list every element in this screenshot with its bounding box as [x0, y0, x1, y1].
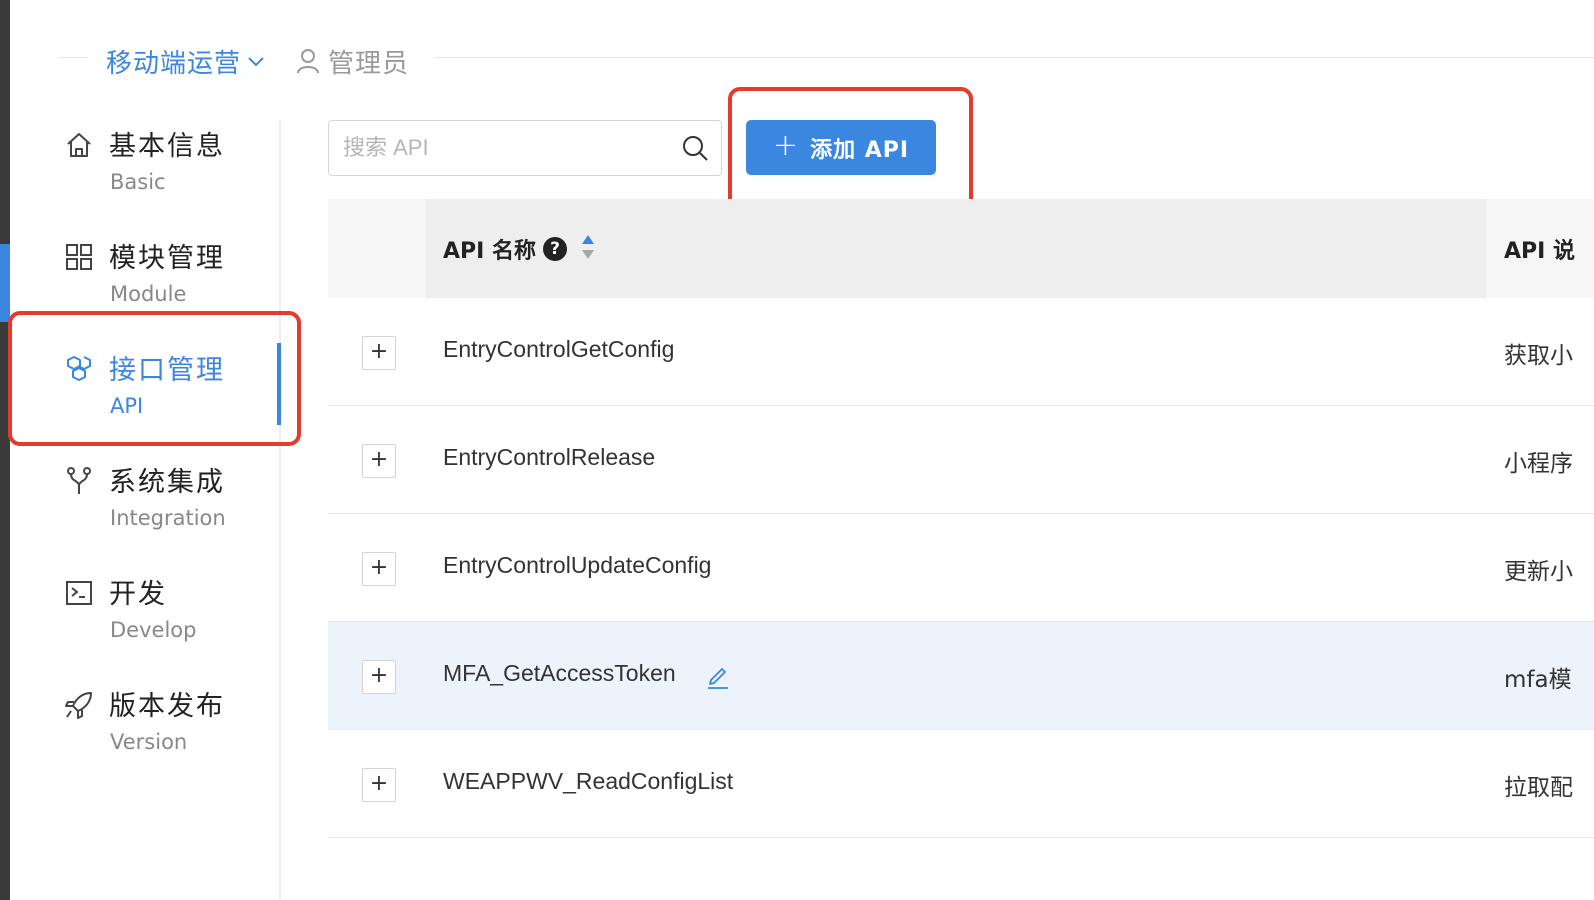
project-switcher[interactable]: 移动端运营: [106, 42, 265, 80]
sidebar-item-label: 接口管理: [109, 355, 225, 386]
api-name[interactable]: EntryControlRelease: [443, 444, 655, 471]
table-row[interactable]: + EntryControlRelease 小程序: [328, 406, 1594, 514]
grid-icon: [66, 244, 92, 270]
help-icon[interactable]: ?: [543, 237, 567, 261]
expand-row-button[interactable]: +: [362, 336, 396, 370]
active-nav-indicator: [277, 343, 281, 425]
chevron-down-icon: [248, 57, 264, 67]
sidebar-item-label: 系统集成: [109, 467, 225, 498]
sidebar-item-sublabel: Module: [110, 282, 187, 306]
api-description: 获取小: [1504, 343, 1573, 369]
sidebar-item-label: 开发: [109, 579, 167, 610]
role-indicator: 管理员: [296, 42, 409, 80]
expand-column-header: [328, 199, 426, 298]
plus-icon: +: [772, 128, 799, 163]
project-name: 移动端运营: [106, 48, 242, 79]
search-icon[interactable]: [681, 134, 709, 162]
sidebar-divider: [279, 120, 281, 900]
expand-row-button[interactable]: +: [362, 660, 396, 694]
sidebar-item-sublabel: Integration: [110, 506, 226, 530]
table-row[interactable]: + WEAPPWV_ReadConfigList 拉取配: [328, 730, 1594, 838]
table-header: API 名称 ? API 说: [328, 199, 1594, 298]
sidebar-item-label: 版本发布: [109, 691, 225, 722]
expand-row-button[interactable]: +: [362, 552, 396, 586]
role-label: 管理员: [328, 48, 410, 79]
api-name[interactable]: EntryControlGetConfig: [443, 336, 674, 363]
api-description: mfa模: [1504, 667, 1572, 693]
expand-row-button[interactable]: +: [362, 768, 396, 802]
sidebar-item-label: 模块管理: [109, 243, 225, 274]
desc-column-header: API 说: [1486, 199, 1594, 298]
header-divider-right: [434, 57, 1594, 58]
sidebar-item-sublabel: Version: [110, 730, 188, 754]
api-cubes-icon: [67, 356, 91, 381]
api-description: 更新小: [1504, 559, 1573, 585]
search-box: [328, 120, 722, 176]
sidebar-item-integration[interactable]: 系统集成 Integration: [64, 460, 278, 560]
sidebar-item-sublabel: API: [110, 394, 144, 418]
terminal-icon: [66, 581, 92, 605]
window-edge: [0, 0, 10, 900]
sidebar-item-develop[interactable]: 开发 Develop: [64, 572, 278, 672]
sidebar-item-basic[interactable]: 基本信息 Basic: [64, 124, 278, 224]
window-edge-accent: [0, 244, 10, 322]
sidebar-item-version[interactable]: 版本发布 Version: [64, 684, 278, 784]
sidebar-item-label: 基本信息: [109, 131, 225, 162]
api-table-body: + EntryControlGetConfig 获取小 + EntryContr…: [328, 298, 1594, 838]
api-name[interactable]: WEAPPWV_ReadConfigList: [443, 768, 733, 795]
add-api-label: 添加 API: [810, 137, 910, 163]
table-row[interactable]: + EntryControlUpdateConfig 更新小: [328, 514, 1594, 622]
api-name[interactable]: MFA_GetAccessToken: [443, 660, 676, 687]
search-input[interactable]: [343, 121, 663, 174]
add-api-button[interactable]: + 添加 API: [746, 120, 936, 175]
name-column-label: API 名称: [443, 239, 536, 264]
api-description: 拉取配: [1504, 775, 1573, 801]
api-description: 小程序: [1504, 451, 1573, 477]
api-name[interactable]: EntryControlUpdateConfig: [443, 552, 711, 579]
sidebar-item-api[interactable]: 接口管理 API: [64, 348, 278, 448]
sidebar-item-sublabel: Develop: [110, 618, 197, 642]
fork-icon: [67, 467, 91, 494]
home-icon: [67, 133, 91, 157]
expand-row-button[interactable]: +: [362, 444, 396, 478]
header-divider-left: [58, 57, 88, 58]
table-row[interactable]: + EntryControlGetConfig 获取小: [328, 298, 1594, 406]
sort-icon[interactable]: [580, 233, 596, 261]
sidebar-item-sublabel: Basic: [110, 170, 166, 194]
edit-pencil-icon[interactable]: [706, 662, 730, 690]
desc-column-label: API 说: [1504, 239, 1575, 264]
name-column-header: API 名称 ?: [426, 199, 1486, 298]
table-row[interactable]: + MFA_GetAccessToken mfa模: [328, 622, 1594, 730]
sidebar-item-module[interactable]: 模块管理 Module: [64, 236, 278, 336]
user-icon: [297, 49, 319, 74]
rocket-icon: [65, 692, 92, 719]
